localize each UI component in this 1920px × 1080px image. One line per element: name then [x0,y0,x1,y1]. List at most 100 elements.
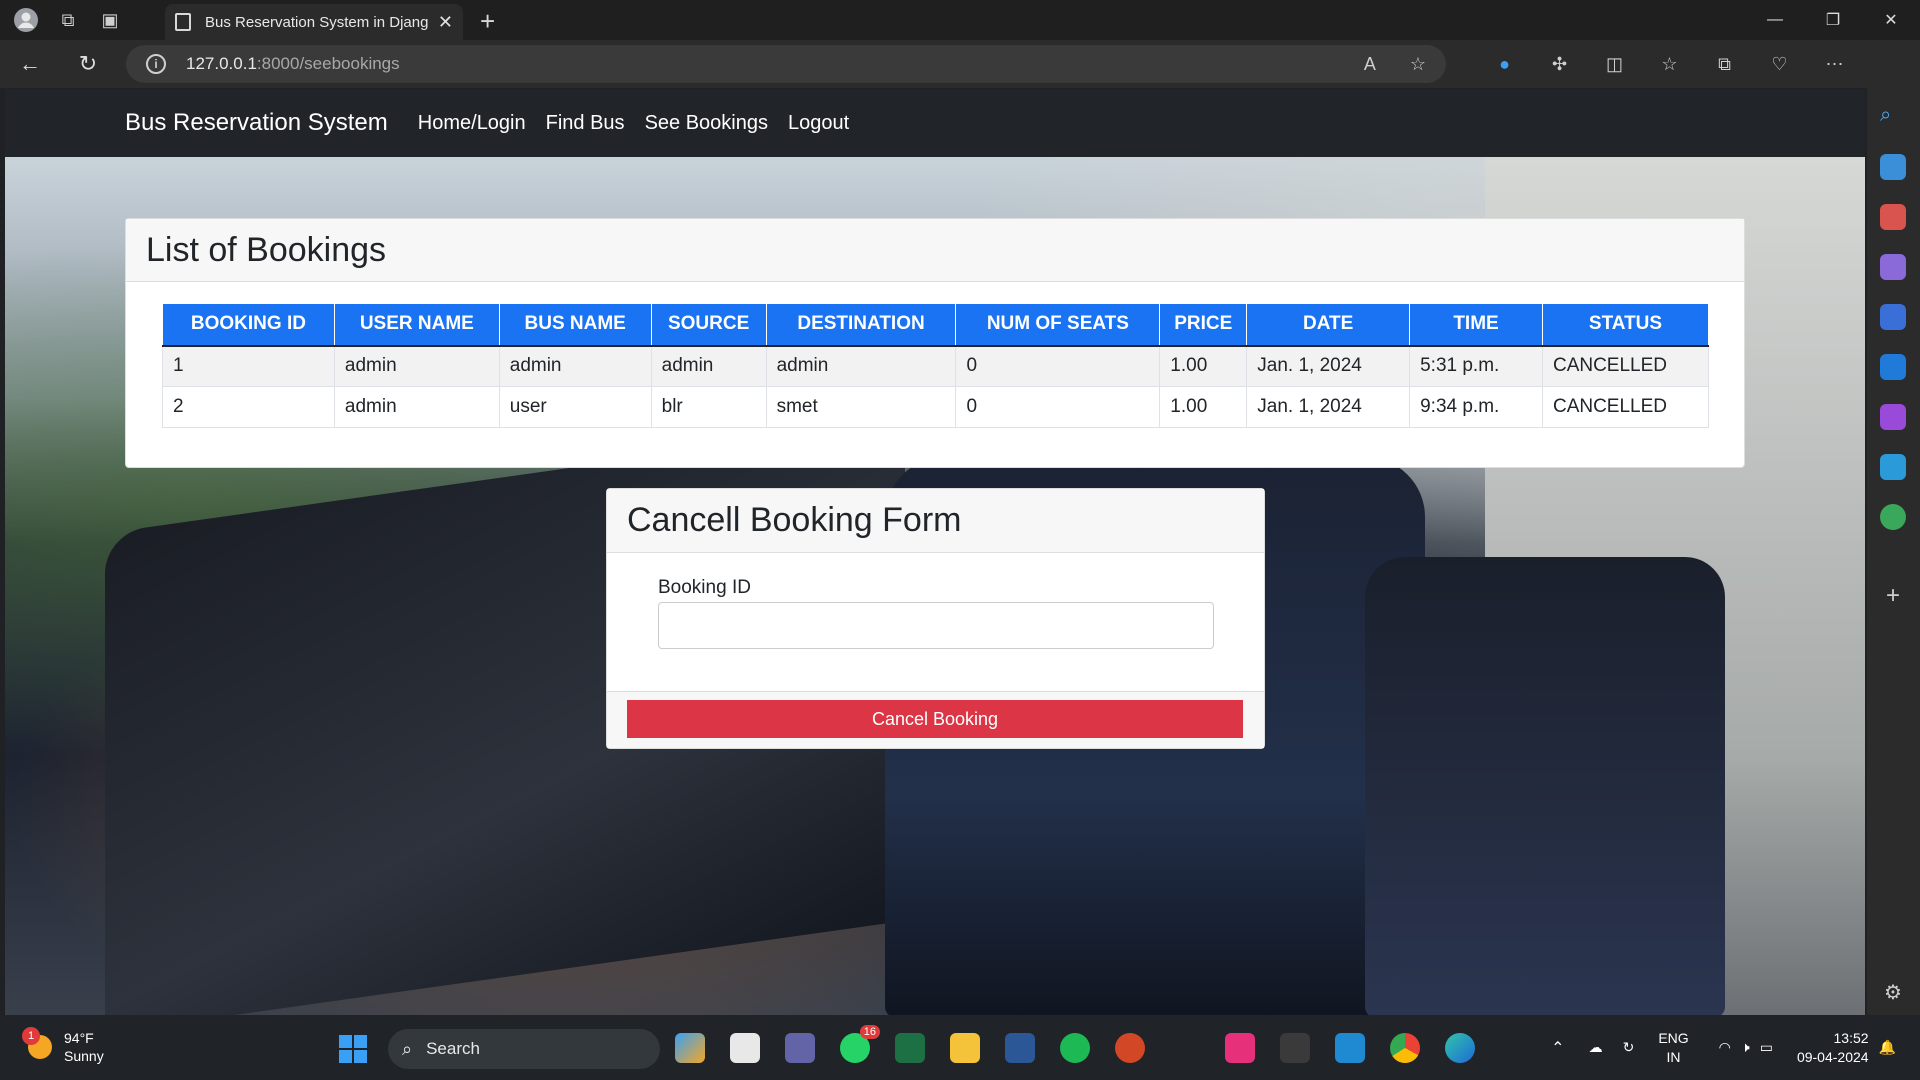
excel-icon[interactable] [895,1033,925,1063]
volume-muted-icon[interactable]: 🕨 [1741,1039,1750,1056]
extension-icon[interactable]: ● [1477,54,1532,75]
favorite-star-icon[interactable]: ☆ [1410,54,1426,75]
booking-id-input[interactable] [658,602,1214,649]
windows-start-icon[interactable] [339,1035,367,1063]
page-favicon-icon [175,13,191,31]
sidebar-send-icon[interactable] [1880,454,1906,480]
table-cell: 1.00 [1159,345,1248,387]
wifi-icon[interactable]: ◠ [1719,1039,1731,1056]
sidebar-add-icon[interactable]: + [1880,582,1906,609]
table-cell: blr [650,386,767,428]
word-icon[interactable] [1005,1033,1035,1063]
sidebar-shopping-icon[interactable] [1880,154,1906,180]
tab-title: Bus Reservation System in Djang [205,13,429,31]
file-explorer-icon[interactable] [950,1033,980,1063]
cancel-booking-button[interactable]: Cancel Booking [627,700,1243,738]
extensions-puzzle-icon[interactable]: ✣ [1532,54,1587,75]
teams-icon[interactable] [785,1033,815,1063]
minimize-icon[interactable]: — [1746,0,1804,40]
battery-icon[interactable]: ▭ [1760,1039,1773,1056]
clock[interactable]: 13:52 09-04-2024 [1797,1029,1869,1067]
browser-tab-bar: ⧉ ▣ Bus Reservation System in Djang ✕ + … [0,0,1920,40]
column-header: TIME [1409,303,1543,347]
site-brand[interactable]: Bus Reservation System [125,109,388,137]
table-cell: admin [333,386,500,428]
table-cell: admin [765,345,957,387]
url-text[interactable]: 127.0.0.1:8000/seebookings [186,54,400,74]
sidebar-games-icon[interactable] [1880,254,1906,280]
edge-icon[interactable] [1445,1033,1475,1063]
tray-overflow-icon[interactable]: ⌃ [1551,1038,1564,1058]
workspaces-icon[interactable]: ⧉ [52,4,84,36]
nav-link-home-login[interactable]: Home/Login [418,112,526,135]
clipchamp-icon[interactable] [1225,1033,1255,1063]
column-header: BUS NAME [498,303,652,347]
system-tray: ⌃ ☁ ↻ ENG IN ◠ 🕨 ▭ 13:52 09-04-2024 🔔 [1551,1015,1920,1080]
vertical-tabs-icon[interactable]: ▣ [94,4,126,36]
performance-icon[interactable]: ♡ [1752,54,1807,75]
sidebar-tools-icon[interactable] [1880,204,1906,230]
sync-icon[interactable]: ↻ [1623,1039,1635,1056]
booking-id-label: Booking ID [658,577,751,598]
nav-link-find-bus[interactable]: Find Bus [546,112,625,135]
url-host: 127.0.0.1 [186,54,257,73]
table-cell: user [498,386,652,428]
notification-bell-icon[interactable]: 🔔 [1879,1039,1896,1056]
language-indicator[interactable]: ENG IN [1658,1029,1688,1067]
terminal-icon[interactable] [1280,1033,1310,1063]
collections-icon[interactable]: ⧉ [1697,54,1752,75]
new-tab-icon[interactable]: + [480,6,495,37]
address-bar[interactable]: i 127.0.0.1:8000/seebookings A ☆ [126,45,1446,83]
column-header: DESTINATION [765,303,957,347]
weather-badge: 1 [22,1027,40,1045]
nav-link-see-bookings[interactable]: See Bookings [645,112,768,135]
table-cell: 9:34 p.m. [1409,386,1543,428]
task-view-icon[interactable] [730,1033,760,1063]
profile-icon[interactable] [10,4,42,36]
cancel-form-title: Cancell Booking Form [607,489,1264,553]
more-menu-icon[interactable]: ⋯ [1807,54,1862,75]
close-tab-icon[interactable]: ✕ [438,12,453,33]
table-cell: 0 [955,345,1161,387]
spotify-icon[interactable] [1060,1033,1090,1063]
sidebar-search-icon[interactable]: ⌕ [1880,104,1906,130]
sidebar-tree-icon[interactable] [1880,504,1906,530]
site-info-icon[interactable]: i [146,54,166,74]
whatsapp-badge: 16 [859,1025,880,1039]
read-aloud-icon[interactable]: A [1364,54,1376,75]
whatsapp-icon[interactable]: 16 [840,1025,880,1063]
table-cell: 1.00 [1159,386,1248,428]
taskbar-search[interactable]: ⌕ Search [388,1029,660,1069]
back-icon[interactable]: ← [10,44,50,84]
onedrive-icon[interactable]: ☁ [1589,1039,1603,1056]
background-bus-right [1365,557,1725,1015]
sidebar-settings-icon[interactable]: ⚙ [1880,980,1906,1006]
browser-tab-active[interactable]: Bus Reservation System in Djang ✕ [165,4,463,40]
powerpoint-icon[interactable] [1115,1033,1145,1063]
chrome-icon[interactable] [1390,1033,1420,1063]
windows-taskbar: 1 94°F Sunny ⌕ Search 16 ⌃ ☁ ↻ ENG IN ◠ … [0,1015,1920,1080]
favorites-icon[interactable]: ☆ [1642,54,1697,75]
restore-icon[interactable]: ❐ [1804,0,1862,40]
cancel-booking-card: Cancell Booking Form Booking ID Cancel B… [606,488,1265,749]
close-window-icon[interactable]: ✕ [1862,0,1920,40]
table-cell: Jan. 1, 2024 [1246,386,1411,428]
sidebar-designer-icon[interactable] [1880,404,1906,430]
clock-date: 09-04-2024 [1796,1048,1869,1065]
bookings-title: List of Bookings [126,219,1744,282]
split-screen-icon[interactable]: ◫ [1587,54,1642,75]
column-header: NUM OF SEATS [955,303,1161,347]
sidebar-copilot-icon[interactable] [1880,304,1906,330]
column-header: SOURCE [650,303,767,347]
vscode-icon[interactable] [1335,1033,1365,1063]
bookings-table: BOOKING ID USER NAME BUS NAME SOURCE DES… [162,303,1710,428]
refresh-icon[interactable]: ↻ [68,44,108,84]
table-row: 1 admin admin admin admin 0 1.00 Jan. 1,… [162,345,1710,387]
weather-widget[interactable]: 1 94°F Sunny [22,1027,104,1065]
table-cell: 5:31 p.m. [1409,345,1543,387]
copilot-app-icon[interactable] [675,1033,705,1063]
nav-link-logout[interactable]: Logout [788,112,849,135]
lang-top: ENG [1658,1029,1689,1046]
window-controls: — ❐ ✕ [1746,0,1920,40]
sidebar-outlook-icon[interactable] [1880,354,1906,380]
